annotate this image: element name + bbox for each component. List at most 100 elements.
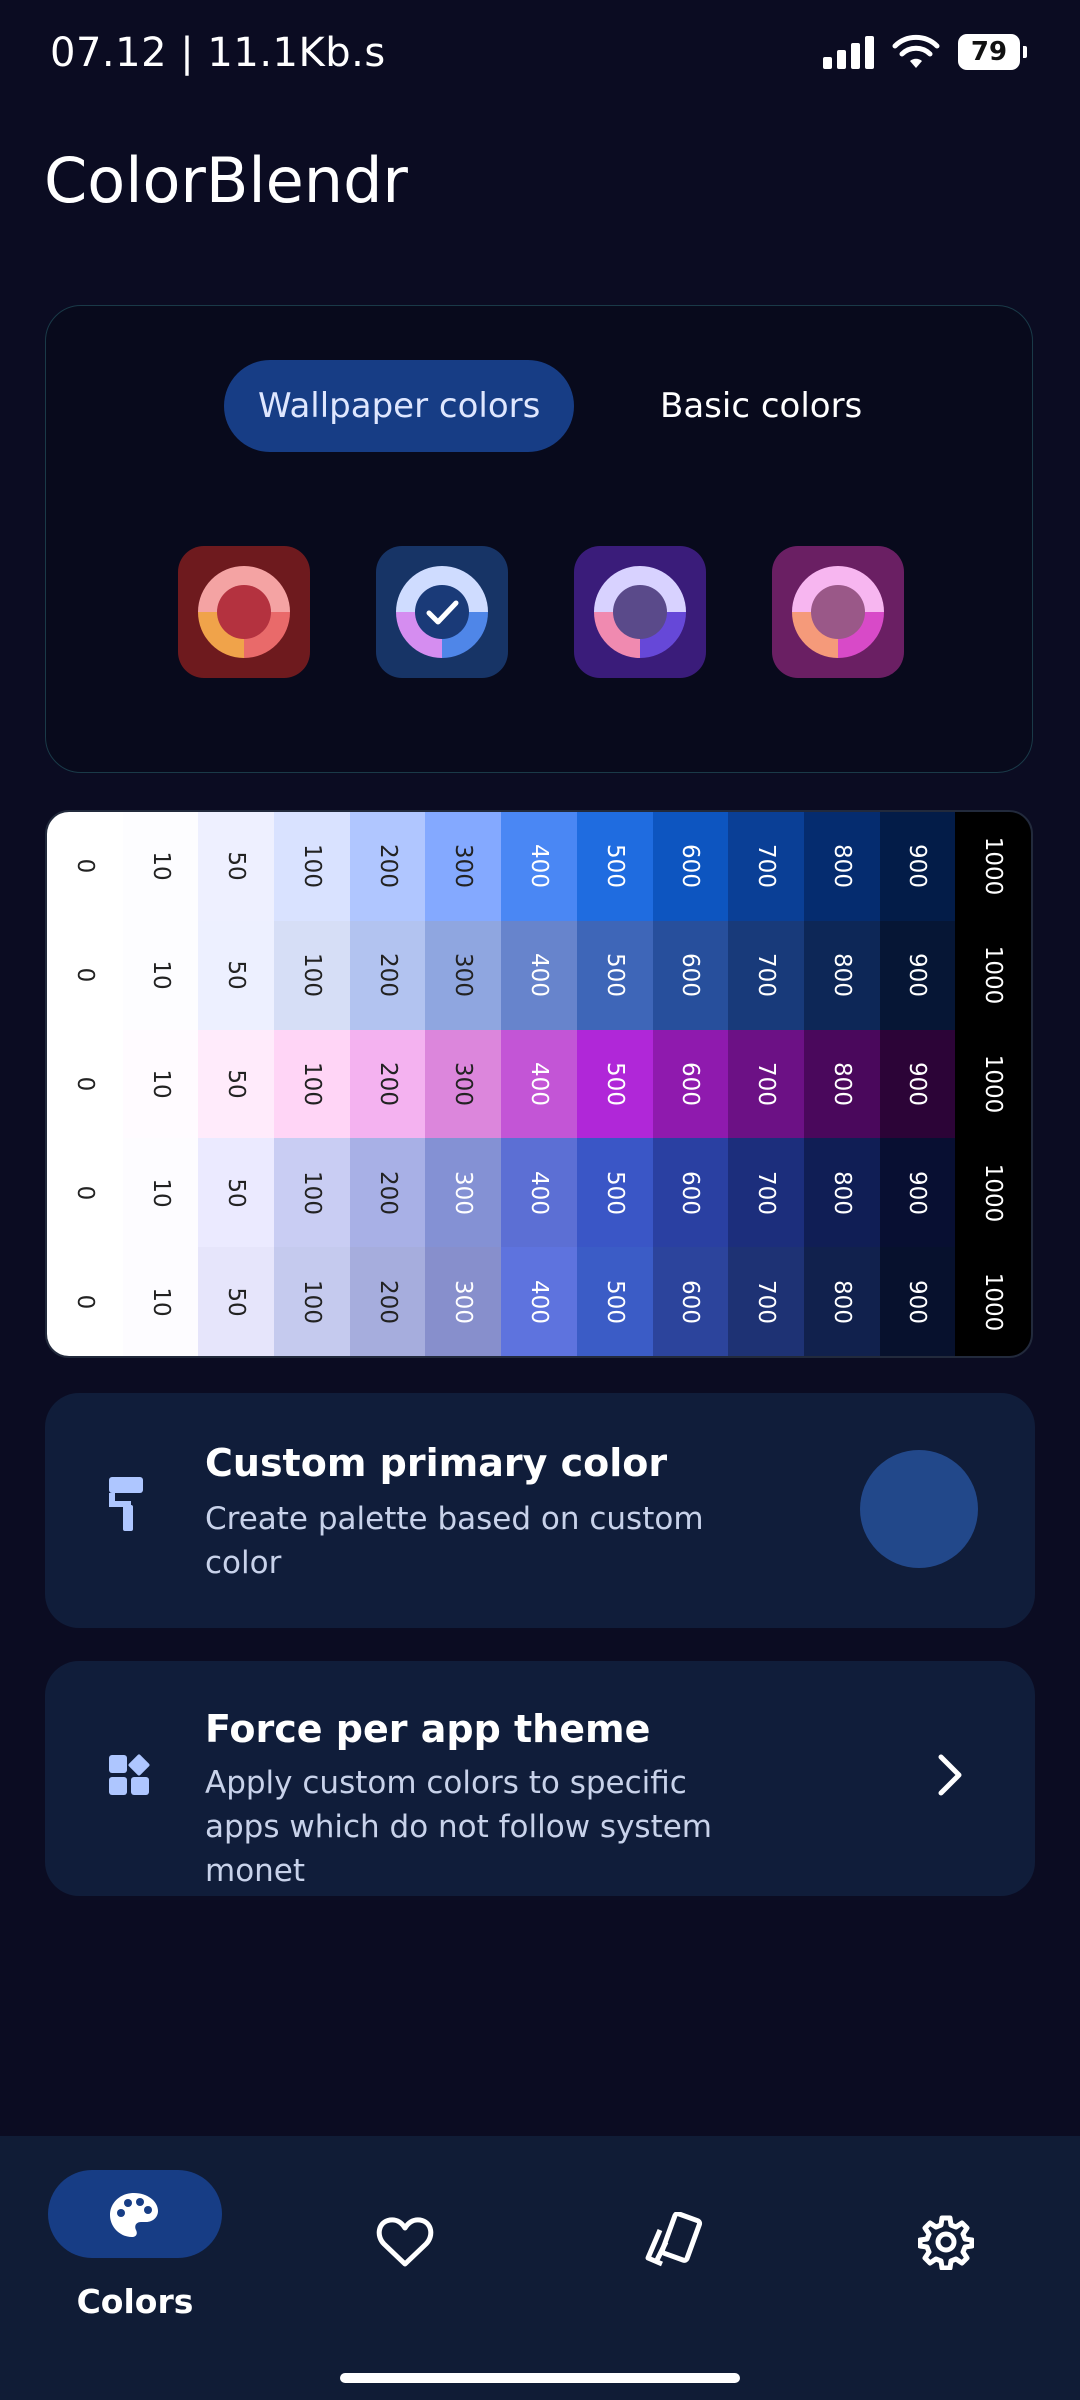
tone-cell[interactable]: 200	[349, 1138, 426, 1248]
tone-cell[interactable]: 100	[274, 920, 350, 1030]
tone-cell[interactable]: 500	[576, 812, 653, 921]
tone-cell[interactable]: 300	[425, 1138, 502, 1248]
tone-cell[interactable]: 200	[349, 812, 426, 921]
tone-cell[interactable]: 200	[349, 920, 426, 1030]
tone-cell[interactable]: 400	[501, 1029, 577, 1139]
tone-cell[interactable]: 10	[122, 812, 199, 921]
tone-cell[interactable]: 700	[728, 812, 804, 921]
tone-cell[interactable]: 400	[501, 1247, 577, 1356]
tone-cell[interactable]: 1000	[955, 920, 1031, 1030]
tone-label: 100	[298, 1062, 325, 1106]
tone-cell[interactable]: 50	[198, 1247, 275, 1356]
tone-label: 1000	[980, 1272, 1007, 1331]
nav-item-colors[interactable]: Colors	[0, 2136, 270, 2356]
tone-cell[interactable]: 50	[198, 1029, 275, 1139]
tone-label: 1000	[980, 1163, 1007, 1223]
tone-cell[interactable]: 600	[652, 1029, 729, 1139]
tone-cell[interactable]: 800	[803, 1138, 880, 1248]
tone-cell[interactable]: 0	[47, 1247, 123, 1356]
tone-label: 100	[298, 1279, 325, 1324]
tone-cell[interactable]: 900	[879, 812, 956, 921]
tone-cell[interactable]: 0	[47, 1138, 123, 1248]
tone-cell[interactable]: 10	[122, 1247, 199, 1356]
tone-cell[interactable]: 900	[879, 920, 956, 1030]
tone-label: 300	[450, 1062, 477, 1106]
tone-cell[interactable]: 10	[122, 1138, 199, 1248]
tone-label: 50	[223, 1286, 250, 1317]
tone-cell[interactable]: 1000	[955, 812, 1031, 921]
tone-cell[interactable]: 10	[122, 1029, 199, 1139]
tab-basic-colors[interactable]: Basic colors	[626, 360, 896, 452]
tone-label: 200	[374, 1170, 401, 1215]
tone-label: 400	[525, 1062, 552, 1106]
swatch-violet[interactable]	[574, 546, 706, 678]
tone-cell[interactable]: 900	[879, 1029, 956, 1139]
swatch-blue[interactable]	[376, 546, 508, 678]
tone-cell[interactable]: 0	[47, 920, 123, 1030]
tone-cell[interactable]: 600	[652, 920, 729, 1030]
swatch-red[interactable]	[178, 546, 310, 678]
tone-cell[interactable]: 300	[425, 1247, 502, 1356]
tone-cell[interactable]: 900	[879, 1247, 956, 1356]
tone-label: 50	[223, 851, 250, 882]
tone-cell[interactable]: 1000	[955, 1138, 1031, 1248]
tone-cell[interactable]: 100	[274, 812, 350, 921]
tone-cell[interactable]: 400	[501, 1138, 577, 1248]
nav-item-settings[interactable]	[810, 2136, 1080, 2356]
tone-cell[interactable]: 200	[349, 1029, 426, 1139]
tone-cell[interactable]: 100	[274, 1029, 350, 1139]
tone-cell[interactable]: 600	[652, 1138, 729, 1248]
tone-cell[interactable]: 800	[803, 1029, 880, 1139]
custom-primary-color-card[interactable]: Custom primary color Create palette base…	[45, 1393, 1035, 1628]
tab-wallpaper-colors[interactable]: Wallpaper colors	[224, 360, 575, 452]
tone-cell[interactable]: 200	[349, 1247, 426, 1356]
tone-cell[interactable]: 500	[576, 1029, 653, 1139]
tone-label: 200	[374, 1279, 401, 1324]
tone-cell[interactable]: 0	[47, 1029, 123, 1139]
tone-cell[interactable]: 800	[803, 920, 880, 1030]
tone-label: 0	[71, 1076, 98, 1092]
tone-cell[interactable]: 300	[425, 920, 502, 1030]
app-title: ColorBlendr	[44, 144, 408, 217]
nav-item-themes[interactable]	[540, 2136, 810, 2356]
tone-cell[interactable]: 50	[198, 920, 275, 1030]
tone-cell[interactable]: 50	[198, 1138, 275, 1248]
palette-source-card: Wallpaper colors Basic colors	[45, 305, 1033, 773]
tone-cell[interactable]: 400	[501, 920, 577, 1030]
tone-cell[interactable]: 0	[47, 812, 123, 921]
nav-item-favorites[interactable]	[270, 2136, 540, 2356]
tone-cell[interactable]: 700	[728, 1029, 804, 1139]
tone-label: 500	[601, 953, 628, 998]
tone-cell[interactable]: 50	[198, 812, 275, 921]
force-per-app-theme-card[interactable]: Force per app theme Apply custom colors …	[45, 1661, 1035, 1896]
tone-cell[interactable]: 900	[879, 1138, 956, 1248]
tone-cell[interactable]: 100	[274, 1138, 350, 1248]
tone-cell[interactable]: 100	[274, 1247, 350, 1356]
tone-cell[interactable]: 700	[728, 1247, 804, 1356]
tone-cell[interactable]: 10	[122, 920, 199, 1030]
widgets-icon	[109, 1754, 150, 1795]
home-indicator	[340, 2373, 740, 2383]
tone-cell[interactable]: 400	[501, 812, 577, 921]
tone-cell[interactable]: 500	[576, 1247, 653, 1356]
tone-label: 500	[601, 844, 628, 889]
tone-cell[interactable]: 500	[576, 1138, 653, 1248]
tone-cell[interactable]: 300	[425, 812, 502, 921]
tone-cell[interactable]: 800	[803, 812, 880, 921]
tone-cell[interactable]: 700	[728, 1138, 804, 1248]
tone-cell[interactable]: 600	[652, 812, 729, 921]
tone-cell[interactable]: 800	[803, 1247, 880, 1356]
tone-row: 0 10 50 100 200 300 400 500 600 700 800 900 1000	[47, 1029, 1031, 1139]
tone-cell[interactable]: 1000	[955, 1247, 1031, 1356]
tone-label: 500	[601, 1279, 628, 1324]
tone-label: 800	[828, 953, 855, 998]
custom-color-preview[interactable]	[860, 1450, 978, 1568]
tone-cell[interactable]: 700	[728, 920, 804, 1030]
tone-cell[interactable]: 600	[652, 1247, 729, 1356]
tone-cell[interactable]: 500	[576, 920, 653, 1030]
tone-label: 900	[904, 1062, 931, 1106]
swatch-pink[interactable]	[772, 546, 904, 678]
tone-cell[interactable]: 1000	[955, 1029, 1031, 1139]
tone-label: 0	[71, 1185, 98, 1201]
tone-cell[interactable]: 300	[425, 1029, 502, 1139]
